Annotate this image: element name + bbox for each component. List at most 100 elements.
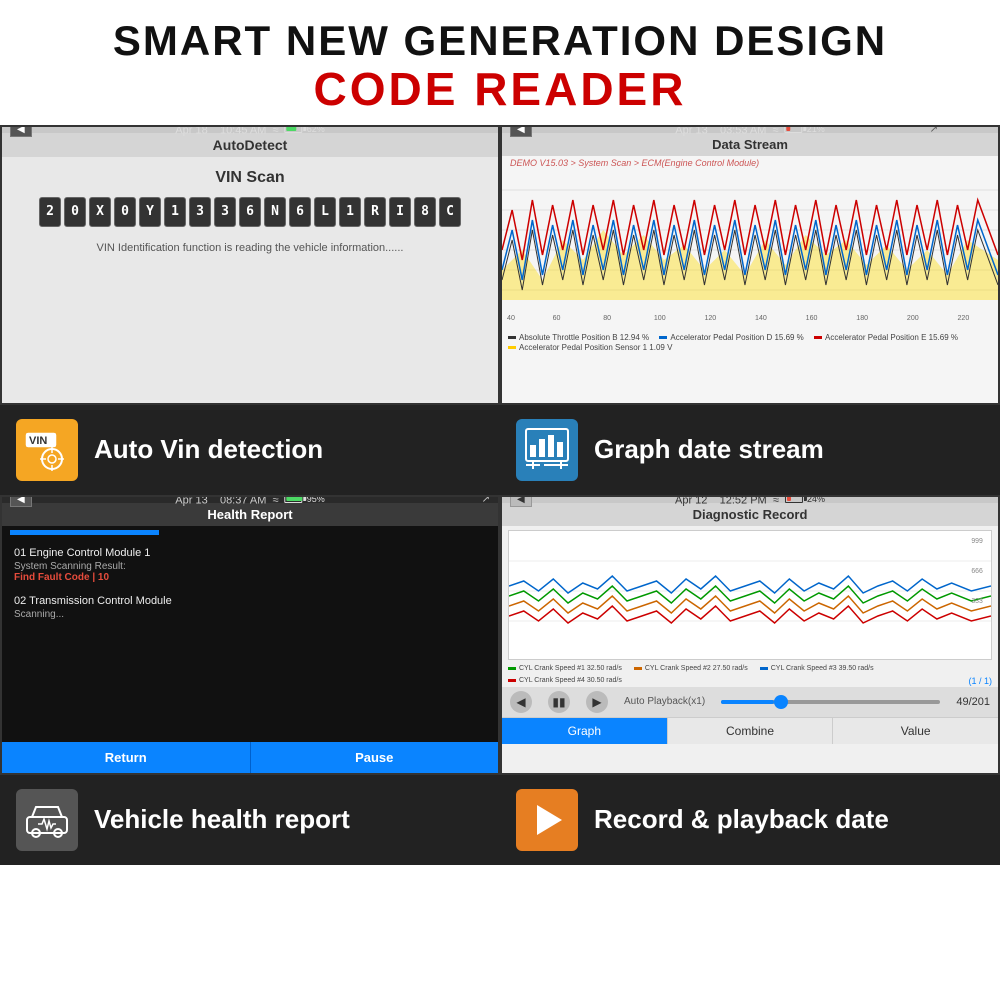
health-export-icon[interactable]: ↗ xyxy=(482,495,490,506)
main-grid: ◀ Apr 18 10:45 AM ≈ 62% AutoDetect VIN S… xyxy=(0,125,1000,865)
header-subtitle: CODE READER xyxy=(10,64,990,115)
vin-digit: 0 xyxy=(114,197,136,227)
header: SMART NEW GENERATION DESIGN CODE READER xyxy=(0,0,1000,125)
health-progress-bar xyxy=(10,530,159,535)
svg-text:200: 200 xyxy=(907,315,919,322)
diag-screen-header: ◀ Apr 12 12:52 PM ≈ 24% xyxy=(502,497,998,503)
health-feature-label: Vehicle health report xyxy=(94,804,350,835)
diag-legend-1: CYL Crank Speed #1 32.50 rad/s xyxy=(508,665,622,672)
health-battery: 95% xyxy=(285,495,325,504)
datastream-back-button[interactable]: ◀ xyxy=(510,125,532,138)
feature-health-banner: Vehicle health report xyxy=(0,775,500,865)
record-icon xyxy=(522,795,572,845)
vin-digit: 3 xyxy=(214,197,236,227)
graph-feature-icon-box xyxy=(516,419,578,481)
vin-digit: 8 xyxy=(414,197,436,227)
vin-scan-title: VIN Scan xyxy=(2,169,498,187)
diag-back-button[interactable]: ◀ xyxy=(510,495,532,508)
vin-screen-panel: ◀ Apr 18 10:45 AM ≈ 62% AutoDetect VIN S… xyxy=(0,125,500,405)
vin-digit: X xyxy=(89,197,111,227)
vin-digit: L xyxy=(314,197,336,227)
graph-feature-label: Graph date stream xyxy=(594,434,824,465)
vin-digit: 2 xyxy=(39,197,61,227)
datastream-export-icon[interactable]: ↗ xyxy=(930,125,938,136)
health-title-bar: Health Report xyxy=(2,503,498,526)
health-buttons: Return Pause xyxy=(2,742,498,773)
diag-legend-4: CYL Crank Speed #4 30.50 rad/s xyxy=(508,676,622,686)
diag-controls: ◀ ▮▮ ▶ Auto Playback(x1) 49/201 xyxy=(502,687,998,717)
vin-screen-header: ◀ Apr 18 10:45 AM ≈ 62% xyxy=(2,127,498,133)
diag-screen-panel: ◀ Apr 12 12:52 PM ≈ 24% Diagnostic Recor… xyxy=(500,495,1000,775)
vin-time-info: Apr 18 10:45 AM ≈ 62% xyxy=(175,125,324,136)
vin-digit: 0 xyxy=(64,197,86,227)
health-pause-button[interactable]: Pause xyxy=(250,742,499,773)
vin-digit: Y xyxy=(139,197,161,227)
svg-text:VIN: VIN xyxy=(29,435,47,447)
legend-item-1: Absolute Throttle Position B 12.94 % xyxy=(508,333,649,342)
legend-item-3: Accelerator Pedal Position E 15.69 % xyxy=(814,333,958,342)
diag-auto-play-label: Auto Playback(x1) xyxy=(624,696,705,707)
vin-digit: C xyxy=(439,197,461,227)
diag-time-info: Apr 12 12:52 PM ≈ 24% xyxy=(675,495,825,506)
diag-page-info: (1 / 1) xyxy=(968,676,992,686)
vin-digit: 6 xyxy=(239,197,261,227)
vin-digit: R xyxy=(364,197,386,227)
datastream-graph-area: 40 60 80 100 120 140 160 180 200 220 xyxy=(502,170,998,330)
vin-digit: 6 xyxy=(289,197,311,227)
vin-digit: 1 xyxy=(339,197,361,227)
svg-text:160: 160 xyxy=(806,315,818,322)
diag-legend: CYL Crank Speed #1 32.50 rad/s CYL Crank… xyxy=(502,664,998,687)
vin-number-display: 20X0Y1336N6L1RI8C xyxy=(2,197,498,227)
record-feature-icon-box xyxy=(516,789,578,851)
health-screen-panel: ◀ Apr 13 08:37 AM ≈ 95% ↗ Health Report … xyxy=(0,495,500,775)
datastream-screen-header: ◀ Apr 13 03:53 AM ≈ 21% ↗ xyxy=(502,127,998,133)
health-time-info: Apr 13 08:37 AM ≈ 95% xyxy=(175,495,324,506)
diag-title-bar: Diagnostic Record xyxy=(502,503,998,526)
diag-tab-combine[interactable]: Combine xyxy=(668,718,834,744)
datastream-title-bar: Data Stream xyxy=(502,133,998,156)
vin-feature-label: Auto Vin detection xyxy=(94,434,323,465)
vin-back-button[interactable]: ◀ xyxy=(10,125,32,138)
svg-text:180: 180 xyxy=(856,315,868,322)
diag-legend-2: CYL Crank Speed #2 27.50 rad/s xyxy=(634,665,748,672)
diag-battery: 24% xyxy=(785,495,825,504)
svg-text:666: 666 xyxy=(971,568,983,575)
vin-digit: 3 xyxy=(189,197,211,227)
vin-feature-icon-box: VIN xyxy=(16,419,78,481)
diag-graph-svg: 999 666 333 xyxy=(509,531,991,660)
health-return-button[interactable]: Return xyxy=(2,742,250,773)
diag-pause-button[interactable]: ▮▮ xyxy=(548,691,570,713)
health-feature-icon-box xyxy=(16,789,78,851)
svg-text:333: 333 xyxy=(971,598,983,605)
datastream-screen-panel: ◀ Apr 13 03:53 AM ≈ 21% ↗ Data Stream DE… xyxy=(500,125,1000,405)
diag-prev-button[interactable]: ◀ xyxy=(510,691,532,713)
diag-tabs: Graph Combine Value xyxy=(502,717,998,744)
svg-text:220: 220 xyxy=(958,315,970,322)
diag-tab-value[interactable]: Value xyxy=(833,718,998,744)
datastream-battery: 21% xyxy=(785,125,825,134)
health-back-button[interactable]: ◀ xyxy=(10,495,32,508)
svg-text:120: 120 xyxy=(704,315,716,322)
vin-battery: 62% xyxy=(285,125,325,134)
feature-vin-banner: VIN Auto Vin detection xyxy=(0,405,500,495)
diag-legend-3: CYL Crank Speed #3 39.50 rad/s xyxy=(760,665,874,672)
diag-graph-area: 999 666 333 xyxy=(508,530,992,660)
datastream-time-info: Apr 13 03:53 AM ≈ 21% xyxy=(675,125,824,136)
vin-icon: VIN xyxy=(22,425,72,475)
svg-text:999: 999 xyxy=(971,538,983,545)
feature-record-banner: Record & playback date xyxy=(500,775,1000,865)
health-item-1: 01 Engine Control Module 1 System Scanni… xyxy=(14,547,486,583)
graph-icon xyxy=(522,425,572,475)
legend-item-4: Accelerator Pedal Position Sensor 1 1.09… xyxy=(508,343,672,352)
svg-text:40: 40 xyxy=(507,315,515,322)
legend-item-2: Accelerator Pedal Position D 15.69 % xyxy=(659,333,803,342)
svg-text:60: 60 xyxy=(553,315,561,322)
vin-reading-text: VIN Identification function is reading t… xyxy=(2,242,498,254)
diag-counter: 49/201 xyxy=(956,696,990,708)
diag-tab-graph[interactable]: Graph xyxy=(502,718,668,744)
diag-next-button[interactable]: ▶ xyxy=(586,691,608,713)
feature-graph-banner: Graph date stream xyxy=(500,405,1000,495)
health-item-2: 02 Transmission Control Module Scanning.… xyxy=(14,595,486,620)
diag-playback-slider[interactable] xyxy=(721,700,940,704)
svg-text:140: 140 xyxy=(755,315,767,322)
